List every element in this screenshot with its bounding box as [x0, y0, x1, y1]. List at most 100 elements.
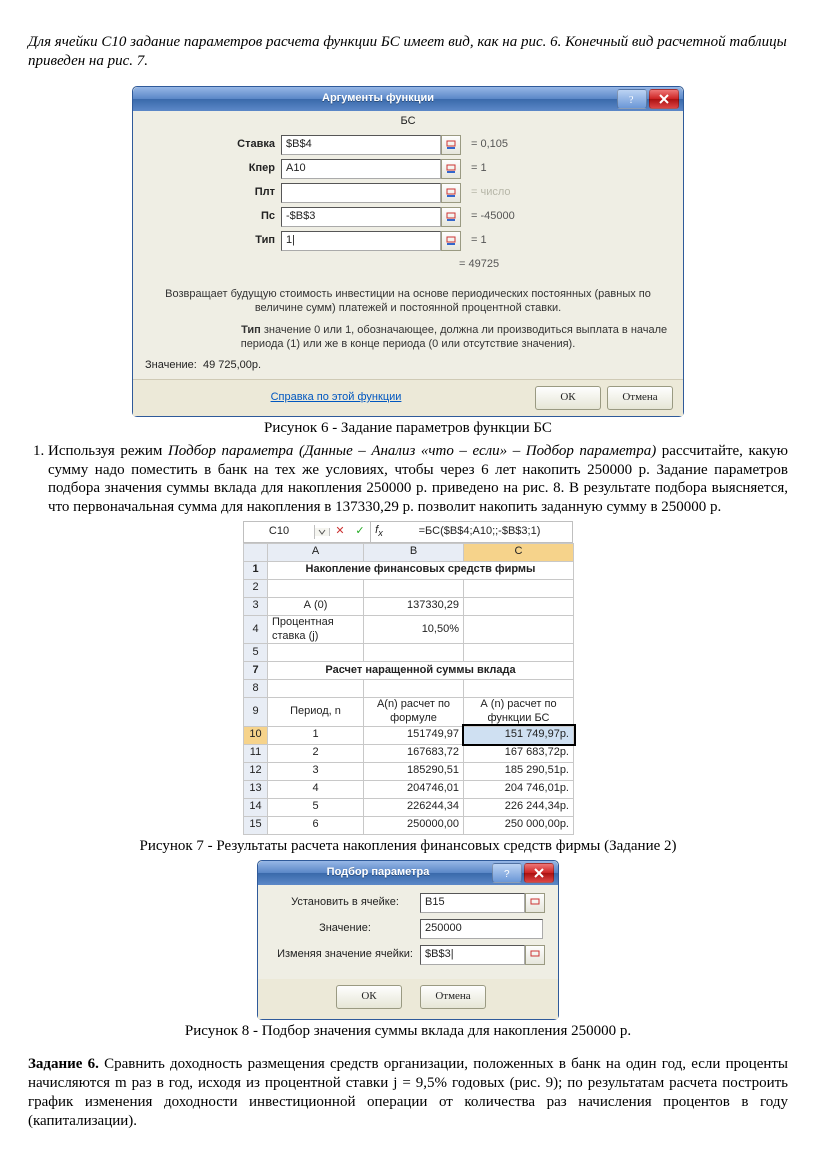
cell[interactable] [268, 644, 364, 662]
range-select-icon[interactable] [441, 183, 461, 203]
cell[interactable]: 250000,00 [364, 816, 464, 834]
cell[interactable]: 167683,72 [364, 744, 464, 762]
help-button[interactable]: ? [492, 863, 522, 883]
param-label: Пс [145, 210, 281, 224]
close-button[interactable] [524, 863, 554, 883]
cell[interactable]: А (0) [268, 597, 364, 615]
range-select-icon[interactable] [441, 159, 461, 179]
fx-icon[interactable]: fx [371, 524, 387, 540]
active-cell[interactable]: 151 749,97р. [464, 726, 574, 744]
cell[interactable] [364, 579, 464, 597]
cell[interactable] [464, 597, 574, 615]
param-input-type[interactable]: 1| [281, 231, 441, 251]
cell[interactable]: 167 683,72р. [464, 744, 574, 762]
row-header[interactable]: 12 [244, 762, 268, 780]
help-button[interactable]: ? [617, 89, 647, 109]
col-header[interactable]: A [268, 543, 364, 561]
ok-button[interactable]: ОК [535, 386, 601, 410]
cell[interactable]: 151749,97 [364, 726, 464, 744]
row-header[interactable]: 13 [244, 780, 268, 798]
fn-args-dialog: Аргументы функции ? БС Ставка $B$4 = 0,1… [132, 86, 684, 418]
row-header[interactable]: 14 [244, 798, 268, 816]
help-link[interactable]: Справка по этой функции [143, 391, 529, 405]
cell[interactable]: 185290,51 [364, 762, 464, 780]
cell[interactable]: Расчет наращенной суммы вклада [268, 662, 574, 680]
goalseek-dialog: Подбор параметра ? Установить в ячейке: … [257, 860, 559, 1020]
param-input-rate[interactable]: $B$4 [281, 135, 441, 155]
cell[interactable]: 204 746,01р. [464, 780, 574, 798]
cell[interactable]: А(n) расчет по формуле [364, 698, 464, 727]
param-label: Кпер [145, 162, 281, 176]
param-label: Ставка [145, 138, 281, 152]
cell[interactable]: 137330,29 [364, 597, 464, 615]
task-1-text: Используя режим Подбор параметра (Данные… [48, 442, 788, 517]
range-select-icon[interactable] [525, 945, 545, 965]
cell[interactable]: 1 [268, 726, 364, 744]
cell[interactable]: 10,50% [364, 615, 464, 644]
cell[interactable] [268, 680, 364, 698]
figure-7-caption: Рисунок 7 - Результаты расчета накоплени… [28, 837, 788, 856]
row-header[interactable]: 15 [244, 816, 268, 834]
cancel-button[interactable]: Отмена [607, 386, 673, 410]
cancel-button[interactable]: Отмена [420, 985, 486, 1009]
cell[interactable]: 3 [268, 762, 364, 780]
row-header[interactable]: 7 [244, 662, 268, 680]
range-select-icon[interactable] [441, 135, 461, 155]
cell[interactable]: Процентная ставка (j) [268, 615, 364, 644]
param-result: = 1 [471, 162, 487, 176]
cell[interactable]: 5 [268, 798, 364, 816]
param-input-nper[interactable]: A10 [281, 159, 441, 179]
row-header[interactable]: 3 [244, 597, 268, 615]
cell[interactable]: Период, n [268, 698, 364, 727]
select-all-corner[interactable] [244, 543, 268, 561]
row-header[interactable]: 8 [244, 680, 268, 698]
formula-bar[interactable]: =БС($B$4;A10;;-$B$3;1) [387, 525, 572, 539]
cell[interactable] [364, 644, 464, 662]
param-input-pmt[interactable] [281, 183, 441, 203]
cell[interactable]: 4 [268, 780, 364, 798]
cell[interactable] [364, 680, 464, 698]
changing-cell-input[interactable]: $B$3| [420, 945, 525, 965]
close-button[interactable] [649, 89, 679, 109]
cell[interactable] [464, 644, 574, 662]
row-header[interactable]: 5 [244, 644, 268, 662]
enter-formula-icon[interactable]: ✓ [355, 525, 364, 539]
cell[interactable]: 226244,34 [364, 798, 464, 816]
cell[interactable]: Накопление финансовых средств фирмы [268, 561, 574, 579]
col-header[interactable]: C [464, 543, 574, 561]
cell[interactable]: 2 [268, 744, 364, 762]
row-header[interactable]: 11 [244, 744, 268, 762]
set-cell-input[interactable]: B15 [420, 893, 525, 913]
cell[interactable]: 204746,01 [364, 780, 464, 798]
cell[interactable] [464, 615, 574, 644]
col-header[interactable]: B [364, 543, 464, 561]
cell[interactable]: 250 000,00р. [464, 816, 574, 834]
svg-text:?: ? [629, 95, 634, 104]
chevron-down-icon[interactable] [315, 528, 330, 536]
cell[interactable] [464, 579, 574, 597]
range-select-icon[interactable] [441, 231, 461, 251]
intro-paragraph: Для ячейки С10 задание параметров расчет… [28, 33, 788, 71]
ok-button[interactable]: ОК [336, 985, 402, 1009]
cell[interactable]: А (n) расчет по функции БС [464, 698, 574, 727]
param-result: = 1 [471, 234, 487, 248]
cell[interactable] [268, 579, 364, 597]
row-header[interactable]: 10 [244, 726, 268, 744]
to-value-input[interactable]: 250000 [420, 919, 543, 939]
row-header[interactable]: 1 [244, 561, 268, 579]
row-header[interactable]: 9 [244, 698, 268, 727]
cell[interactable]: 226 244,34р. [464, 798, 574, 816]
range-select-icon[interactable] [441, 207, 461, 227]
row-header[interactable]: 4 [244, 615, 268, 644]
param-input-pv[interactable]: -$B$3 [281, 207, 441, 227]
range-select-icon[interactable] [525, 893, 545, 913]
cancel-formula-icon[interactable]: ✕ [335, 525, 344, 539]
changing-cell-label: Изменяя значение ячейки: [270, 948, 420, 962]
row-header[interactable]: 2 [244, 579, 268, 597]
param-result: = -45000 [471, 210, 515, 224]
cell[interactable]: 185 290,51р. [464, 762, 574, 780]
name-box[interactable]: C10 [244, 525, 315, 539]
value-text: 49 725,00р. [203, 359, 261, 373]
cell[interactable]: 6 [268, 816, 364, 834]
cell[interactable] [464, 680, 574, 698]
